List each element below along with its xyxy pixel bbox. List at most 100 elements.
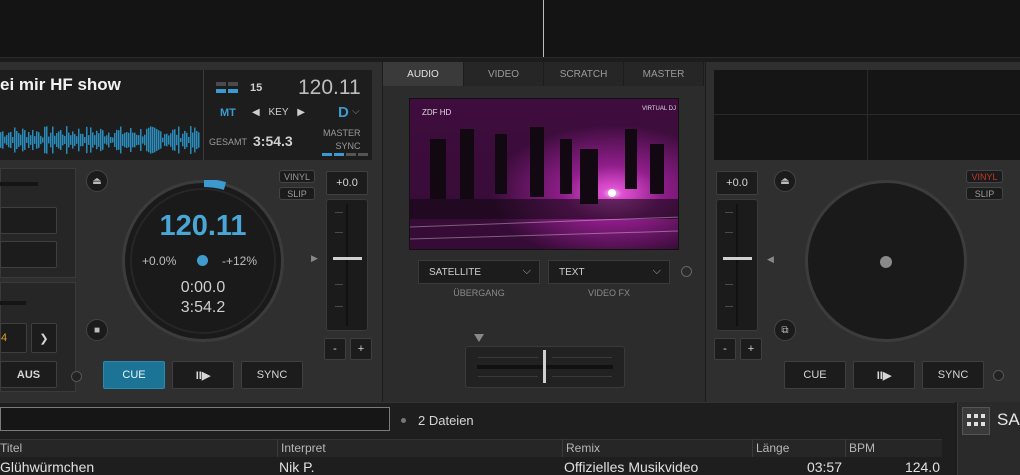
waveform-bar	[130, 127, 132, 153]
tab-master[interactable]: MASTER	[624, 62, 704, 86]
column-header-interpret[interactable]: Interpret	[277, 439, 562, 457]
search-input[interactable]	[0, 407, 390, 431]
waveform-bar	[96, 130, 98, 150]
waveform-bar	[178, 126, 180, 154]
key-prev-icon[interactable]: ◀	[252, 107, 260, 118]
clone-icon-right[interactable]: ⧉	[774, 319, 796, 341]
video-fx-value: TEXT	[559, 266, 585, 278]
waveform-bar	[182, 133, 184, 147]
waveform-bar	[0, 132, 2, 148]
waveform-bar	[70, 135, 72, 145]
column-header-laenge[interactable]: Länge	[752, 439, 845, 457]
grid-view-icon[interactable]	[962, 407, 990, 435]
stop-icon[interactable]: ■	[86, 319, 108, 341]
waveform-bar	[54, 135, 56, 145]
fx-settings-gear-icon[interactable]	[681, 266, 692, 277]
waveform-bar	[84, 137, 86, 143]
waveform-bar	[78, 128, 80, 152]
settings-gear-icon[interactable]	[71, 371, 82, 382]
waveform-bar	[46, 126, 48, 154]
row-remix: Offizielles Musikvideo	[564, 459, 699, 475]
tab-audio[interactable]: AUDIO	[383, 62, 464, 86]
play-pause-button[interactable]: II▶	[172, 361, 234, 389]
jog-center-dot	[197, 255, 208, 266]
video-fx-label: VIDEO FX	[587, 288, 630, 298]
transition-dropdown[interactable]: SATELLITE ⌵	[418, 260, 540, 284]
video-channel-logo: ZDF HD	[422, 108, 452, 117]
vinyl-button[interactable]: VINYL	[279, 170, 315, 183]
eject-icon-right[interactable]: ⏏	[774, 170, 796, 192]
waveform-bar	[192, 132, 194, 148]
left-slider-track[interactable]	[0, 182, 38, 186]
left-pad-button-1[interactable]	[0, 207, 57, 234]
waveform[interactable]	[0, 124, 200, 156]
pitch-slider-handle[interactable]	[333, 257, 362, 260]
cue-button-right[interactable]: CUE	[784, 361, 846, 389]
pitch-slider-rail-right	[736, 204, 738, 326]
slip-button[interactable]: SLIP	[279, 187, 315, 200]
cue-button[interactable]: CUE	[103, 361, 165, 389]
eject-icon[interactable]: ⏏	[86, 170, 108, 192]
waveform-bar	[22, 128, 24, 152]
tab-video[interactable]: VIDEO	[464, 62, 544, 86]
pitch-value[interactable]: +0.0	[326, 171, 368, 195]
crossfader-handle[interactable]	[543, 350, 546, 383]
loop-size-display[interactable]: 4	[0, 323, 27, 353]
waveform-bar	[104, 136, 106, 144]
left-pad-button-2[interactable]	[0, 241, 57, 268]
waveform-bar	[122, 134, 124, 146]
sync-button-right[interactable]: SYNC	[922, 361, 984, 389]
settings-gear-icon-right[interactable]	[993, 370, 1004, 381]
pitch-value-right[interactable]: +0.0	[716, 171, 758, 195]
waveform-bar	[4, 136, 6, 144]
key-next-icon[interactable]: ▶	[297, 107, 305, 118]
waveform-bar	[126, 132, 128, 148]
left-slider-track-2[interactable]	[0, 301, 26, 305]
slip-button-right[interactable]: SLIP	[966, 187, 1003, 200]
master-tempo-button[interactable]: MT	[220, 107, 236, 119]
waveform-bar	[102, 130, 104, 150]
waveform-bar	[82, 133, 84, 147]
file-count-dot-icon	[401, 418, 406, 423]
waveform-bar	[56, 132, 58, 148]
waveform-bar	[184, 130, 186, 150]
key-dropdown-icon[interactable]: ⌵	[352, 106, 360, 117]
row-interpret: Nik P.	[279, 459, 315, 475]
waveform-bar	[68, 132, 70, 148]
waveform-bar	[114, 133, 116, 147]
waveform-bar	[94, 135, 96, 145]
waveform-bar	[10, 131, 12, 149]
vinyl-button-right[interactable]: VINYL	[966, 170, 1003, 183]
waveform-bar	[172, 129, 174, 151]
sync-button[interactable]: SYNC	[241, 361, 303, 389]
waveform-bar	[50, 132, 52, 148]
waveform-bar	[20, 134, 22, 146]
waveform-bar	[132, 132, 134, 148]
pitch-arrow-icon-right: ◀	[767, 254, 774, 264]
waveform-bar	[158, 130, 160, 150]
pitch-minus-button-right[interactable]: -	[714, 338, 736, 360]
aus-button[interactable]: AUS	[0, 361, 57, 388]
file-count: 2 Dateien	[418, 413, 474, 428]
key-value[interactable]: D	[338, 104, 349, 121]
column-header-bpm[interactable]: BPM	[845, 439, 942, 457]
sidebar-title: SA	[997, 410, 1020, 429]
column-header-remix[interactable]: Remix	[562, 439, 752, 457]
pitch-slider-handle-right[interactable]	[723, 257, 752, 260]
waveform-bar	[28, 132, 30, 148]
waveform-bar	[30, 135, 32, 145]
waveform-bar	[144, 134, 146, 146]
tab-scratch[interactable]: SCRATCH	[544, 62, 624, 86]
pitch-plus-button[interactable]: +	[350, 338, 372, 360]
pitch-minus-button[interactable]: -	[324, 338, 346, 360]
deck-layout-icon[interactable]	[216, 82, 240, 96]
waveform-bar	[32, 129, 34, 151]
video-fx-dropdown[interactable]: TEXT ⌵	[548, 260, 670, 284]
pitch-plus-button-right[interactable]: +	[740, 338, 762, 360]
pitch-percent: +0.0%	[142, 254, 177, 268]
column-header-titel[interactable]: Titel	[0, 439, 277, 457]
loop-next-button[interactable]: ❯	[31, 323, 57, 353]
waveform-bar	[92, 132, 94, 148]
play-pause-button-right[interactable]: II▶	[853, 361, 915, 389]
waveform-bar	[116, 129, 118, 151]
